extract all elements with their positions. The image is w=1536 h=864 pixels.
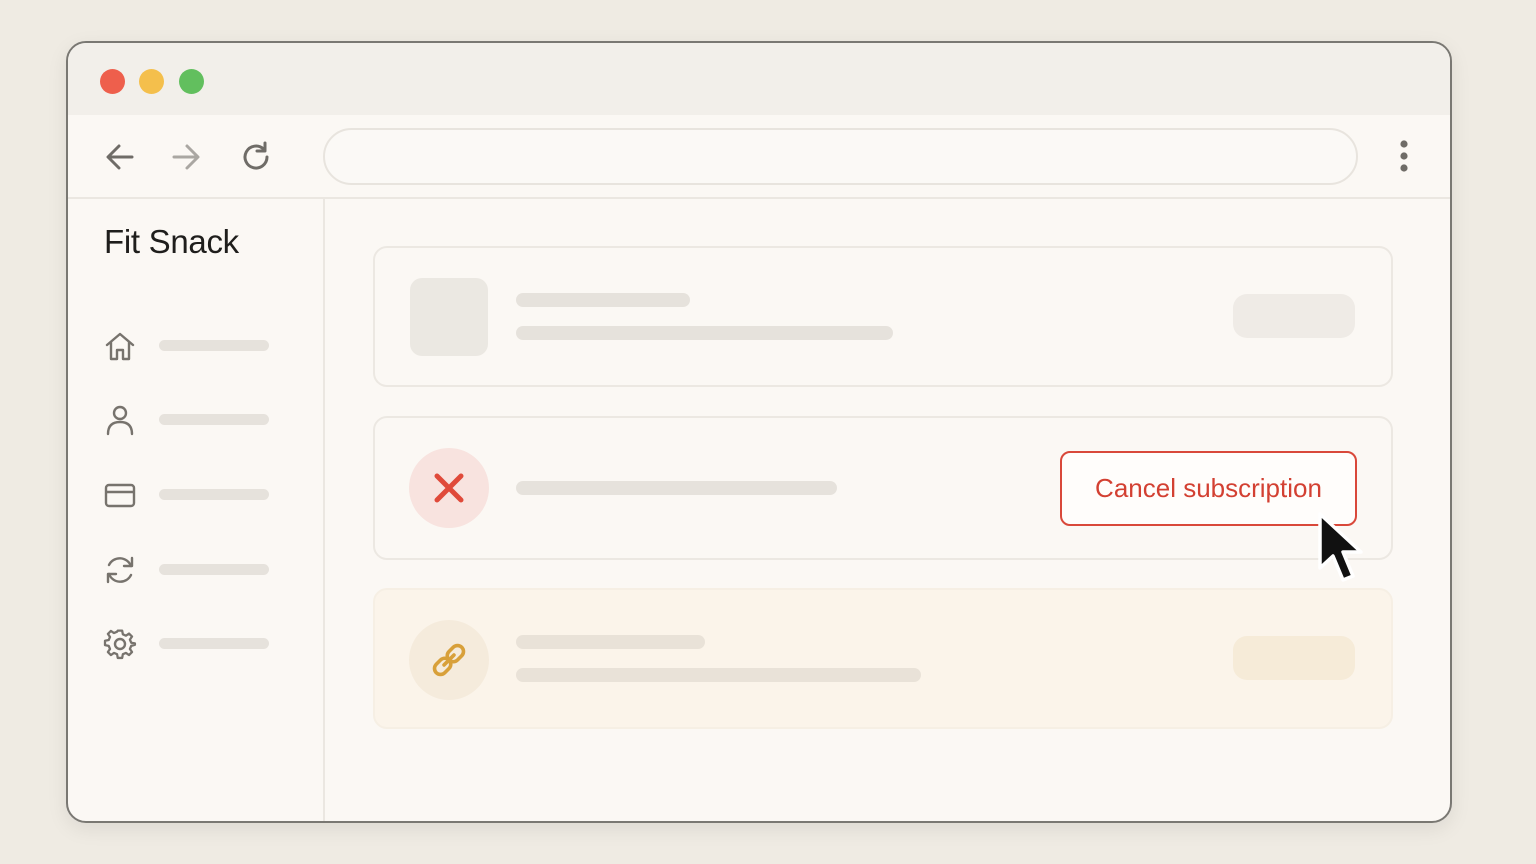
cancel-subscription-button[interactable]: Cancel subscription — [1060, 451, 1357, 526]
card-icon — [104, 483, 136, 508]
sidebar-item-settings[interactable] — [103, 623, 273, 663]
home-icon — [105, 332, 135, 361]
reload-button[interactable] — [236, 137, 276, 177]
link-icon — [432, 643, 466, 677]
app-title: Fit Snack — [104, 223, 239, 260]
mouse-pointer-icon — [1318, 512, 1363, 582]
sidebar-label-placeholder — [159, 489, 269, 500]
browser-toolbar — [68, 115, 1450, 199]
arrow-left-icon — [106, 144, 134, 170]
sidebar-label-placeholder — [159, 564, 269, 575]
sidebar-item-home[interactable] — [103, 325, 273, 365]
title-placeholder — [516, 635, 705, 649]
sidebar-label-placeholder — [159, 414, 269, 425]
back-button[interactable] — [100, 137, 140, 177]
thumbnail-placeholder — [410, 278, 488, 356]
action-placeholder[interactable] — [1233, 294, 1355, 338]
address-bar[interactable] — [323, 128, 1358, 185]
gear-icon — [103, 629, 137, 660]
reload-icon — [243, 141, 269, 170]
main-content: Cancel subscription — [327, 199, 1450, 821]
forward-button[interactable] — [166, 137, 206, 177]
sidebar-label-placeholder — [159, 638, 269, 649]
description-placeholder — [516, 481, 837, 495]
close-window-button[interactable] — [100, 69, 125, 94]
link-icon-badge — [409, 620, 489, 700]
link-card — [373, 588, 1393, 729]
sidebar-item-billing[interactable] — [103, 474, 273, 514]
title-placeholder — [516, 293, 690, 307]
browser-window: Fit Snack Cancel subscription — [66, 41, 1452, 823]
sidebar: Fit Snack — [68, 199, 325, 821]
minimize-window-button[interactable] — [139, 69, 164, 94]
cancel-icon-badge — [409, 448, 489, 528]
sidebar-label-placeholder — [159, 340, 269, 351]
more-vertical-icon — [1400, 140, 1408, 172]
arrow-right-icon — [172, 144, 200, 170]
sidebar-item-profile[interactable] — [103, 399, 273, 439]
cancel-subscription-card: Cancel subscription — [373, 416, 1393, 560]
title-bar — [68, 43, 1450, 115]
close-x-icon — [434, 473, 464, 503]
browser-menu-button[interactable] — [1386, 137, 1422, 177]
action-placeholder[interactable] — [1233, 636, 1355, 680]
sidebar-item-subscriptions[interactable] — [103, 549, 273, 589]
maximize-window-button[interactable] — [179, 69, 204, 94]
placeholder-card — [373, 246, 1393, 387]
subtitle-placeholder — [516, 668, 921, 682]
subtitle-placeholder — [516, 326, 893, 340]
user-icon — [106, 405, 134, 436]
refresh-icon — [106, 556, 134, 584]
